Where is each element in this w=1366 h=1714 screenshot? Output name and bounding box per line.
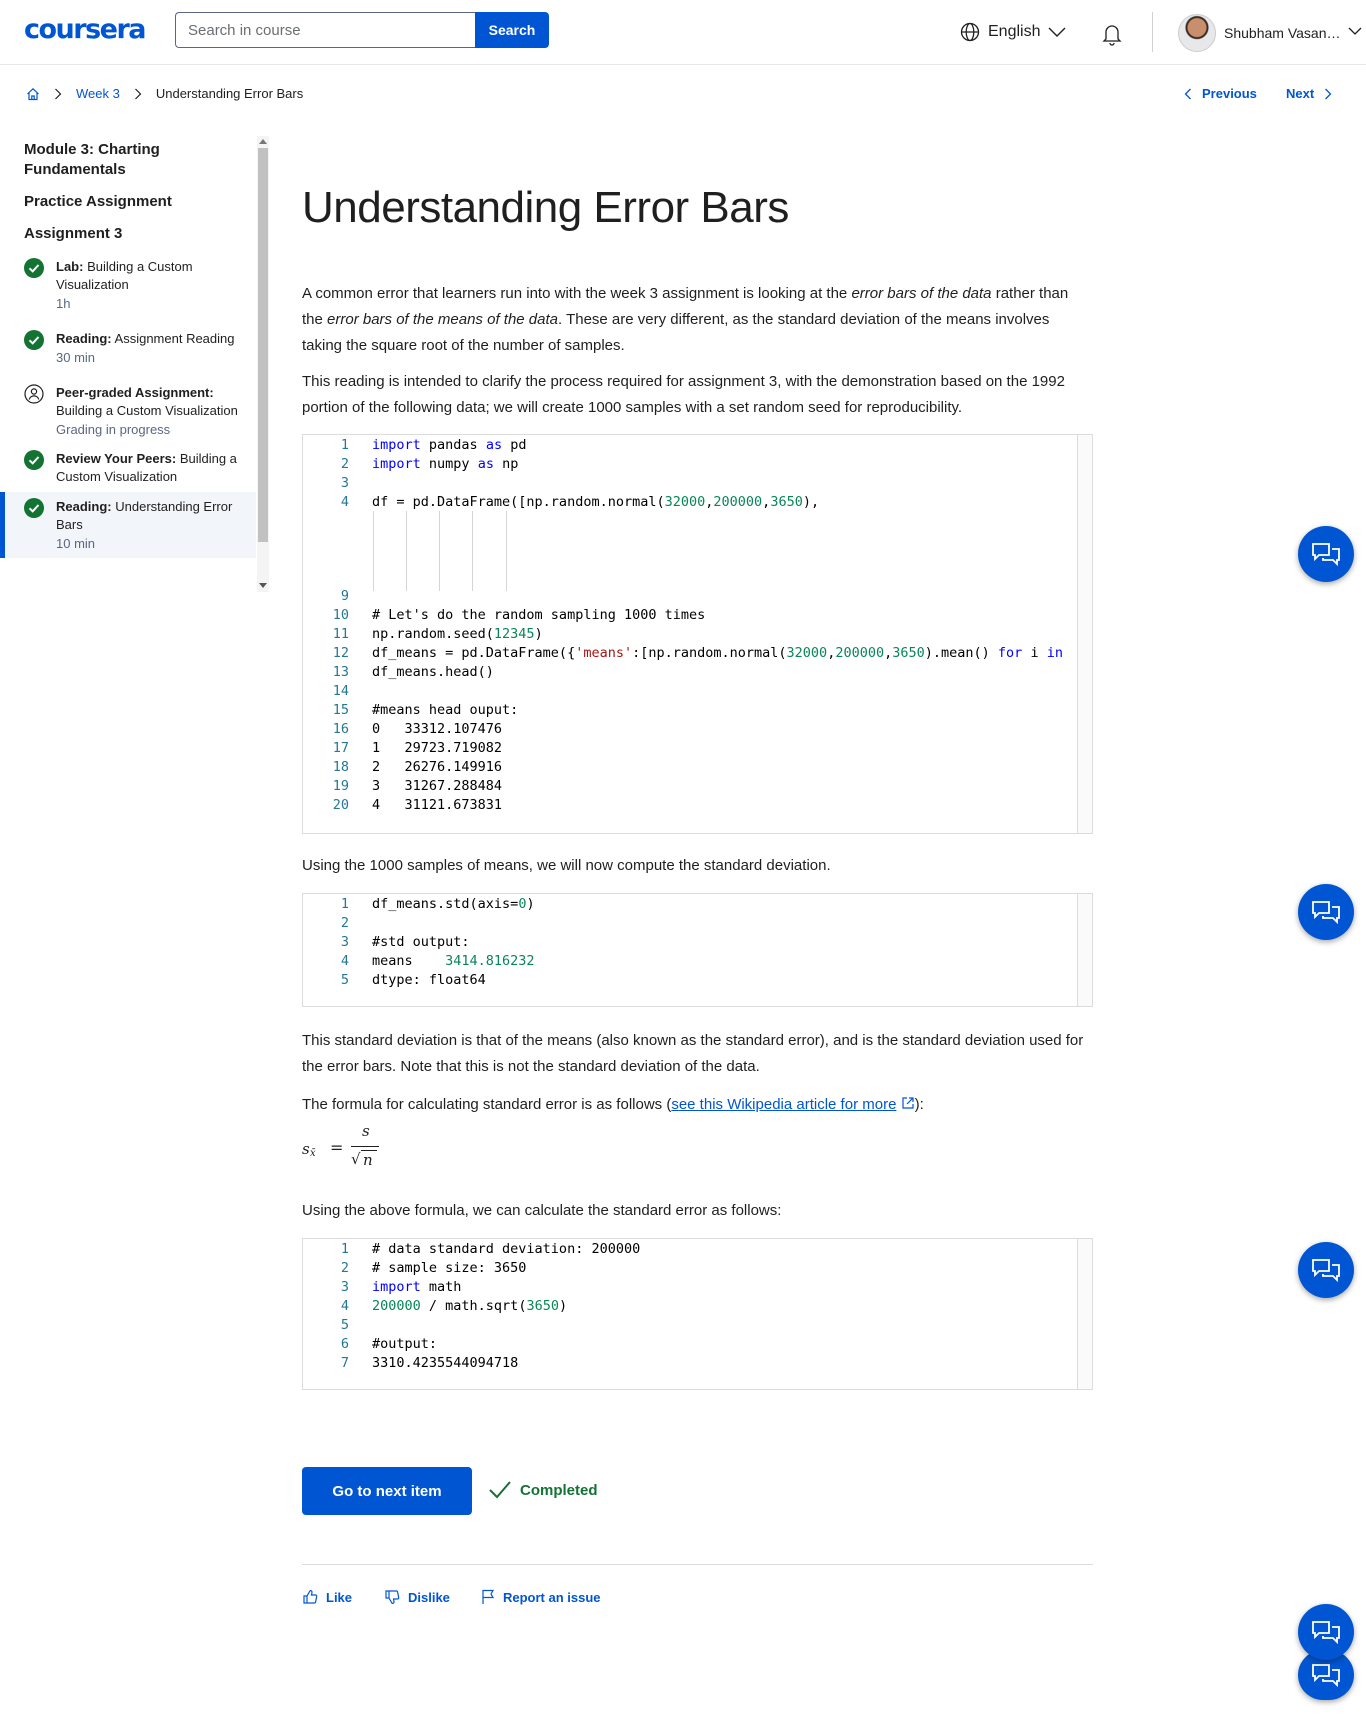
next-label: Next xyxy=(1286,86,1315,101)
sidebar-item-meta: 1h xyxy=(56,296,71,311)
module-title[interactable]: Module 3: Charting Fundamentals xyxy=(24,140,224,180)
indent-guide xyxy=(472,511,473,591)
indent-guide xyxy=(373,511,374,591)
sidebar-item-meta: Grading in progress xyxy=(56,422,171,437)
wikipedia-link[interactable]: see this Wikipedia article for more xyxy=(671,1096,896,1113)
chat-assistant-button[interactable] xyxy=(1298,884,1354,940)
chevron-down-icon[interactable] xyxy=(1348,26,1362,36)
sidebar-item-meta: 30 min xyxy=(56,350,96,365)
sidebar-item-title: Review Your Peers: Building a Custom Vis… xyxy=(56,451,237,484)
search-button[interactable]: Search xyxy=(475,12,549,48)
footer-divider xyxy=(302,1564,1093,1565)
code-block-sampling[interactable]: 1 import pandas as pd 2 import numpy as np… xyxy=(302,434,1093,834)
sidebar-item-lab[interactable]: Lab: Building a Custom Visualization 1h xyxy=(0,258,256,313)
globe-icon xyxy=(960,22,980,42)
chevron-right-icon xyxy=(134,88,142,99)
chevron-down-icon xyxy=(1048,27,1066,37)
breadcrumb-week[interactable]: Week 3 xyxy=(76,86,120,101)
search-input[interactable] xyxy=(175,12,475,48)
sidebar-item-assignment-reading[interactable]: Reading: Assignment Reading 30 min xyxy=(0,330,256,367)
breadcrumb: Week 3 Understanding Error Bars xyxy=(26,86,303,101)
sidebar-item-meta: 10 min xyxy=(56,536,96,551)
chat-icon xyxy=(1312,901,1340,925)
top-bar: coursera Search English Shubham Vasant .… xyxy=(0,0,1366,65)
chevron-left-icon xyxy=(1184,88,1191,99)
check-circle-icon xyxy=(24,330,44,350)
indent-guide xyxy=(406,511,407,591)
paragraph-calculation: Using the above formula, we can calculat… xyxy=(302,1202,782,1219)
paragraph-standard-error: This standard deviation is that of the m… xyxy=(302,1032,1084,1075)
paragraph-purpose: This reading is intended to clarify the … xyxy=(302,373,1065,416)
scroll-down-arrow[interactable] xyxy=(259,583,267,588)
code-block-standard-error[interactable]: 1 # data standard deviation: 200000 2 # sa… xyxy=(302,1238,1093,1390)
indent-guide xyxy=(439,511,440,591)
sidebar-assignment-3[interactable]: Assignment 3 xyxy=(24,225,122,242)
sidebar-scroll-thumb[interactable] xyxy=(258,148,268,542)
check-circle-icon xyxy=(24,498,44,518)
like-button[interactable]: Like xyxy=(302,1589,352,1605)
chat-icon xyxy=(1312,1621,1340,1645)
chat-assistant-button[interactable] xyxy=(1298,1604,1354,1660)
avatar[interactable] xyxy=(1178,14,1216,52)
external-link-icon[interactable] xyxy=(901,1096,915,1110)
check-circle-icon xyxy=(24,450,44,470)
peer-review-icon xyxy=(24,384,44,404)
code-block-std[interactable]: 1 df_means.std(axis=0) 2 3 #std output: 4m… xyxy=(302,893,1093,1007)
header-divider xyxy=(1152,12,1153,52)
code-scrollbar[interactable] xyxy=(1077,1239,1092,1389)
sidebar-item-peer-graded[interactable]: Peer-graded Assignment: Building a Custom… xyxy=(0,384,256,439)
search-bar: Search xyxy=(175,12,549,48)
flag-icon xyxy=(482,1589,495,1604)
go-to-next-item-button[interactable]: Go to next item xyxy=(302,1467,472,1515)
sidebar-item-title: Peer-graded Assignment: Building a Custom… xyxy=(56,385,238,418)
sidebar-item-title: Reading: Assignment Reading xyxy=(56,331,235,346)
code-scrollbar[interactable] xyxy=(1077,435,1092,833)
report-issue-button[interactable]: Report an issue xyxy=(481,1589,601,1605)
thumbs-up-icon xyxy=(303,1590,318,1604)
previous-label: Previous xyxy=(1202,86,1257,101)
sidebar-item-title: Lab: Building a Custom Visualization xyxy=(56,259,193,292)
check-circle-icon xyxy=(24,258,44,278)
checkmark-icon xyxy=(489,1481,511,1499)
sidebar-item-understanding-error-bars[interactable]: Reading: Understanding Error Bars 10 min xyxy=(0,492,256,558)
sidebar-item-title: Reading: Understanding Error Bars xyxy=(56,499,233,532)
paragraph-intro: A common error that learners run into wi… xyxy=(302,285,1069,354)
chat-icon xyxy=(1312,1259,1340,1283)
user-name[interactable]: Shubham Vasant ... xyxy=(1224,25,1342,41)
chat-assistant-button[interactable] xyxy=(1298,526,1354,582)
bell-icon[interactable] xyxy=(1100,22,1124,46)
chat-assistant-button[interactable] xyxy=(1298,1242,1354,1298)
paragraph-formula-intro: The formula for calculating standard err… xyxy=(302,1096,924,1113)
chat-icon xyxy=(1312,1664,1340,1688)
breadcrumb-current: Understanding Error Bars xyxy=(155,86,304,101)
course-sidebar: Module 3: Charting Fundamentals Practice… xyxy=(0,136,256,592)
chat-icon xyxy=(1312,543,1340,567)
chevron-right-icon xyxy=(1325,88,1332,99)
dislike-button[interactable]: Dislike xyxy=(384,1589,450,1605)
indent-guide xyxy=(506,511,507,591)
paragraph-std: Using the 1000 samples of means, we will… xyxy=(302,857,831,874)
code-scrollbar[interactable] xyxy=(1077,894,1092,1006)
home-icon[interactable] xyxy=(26,87,40,101)
next-button[interactable]: Next xyxy=(1286,86,1332,101)
completed-label: Completed xyxy=(520,1481,598,1499)
thumbs-down-icon xyxy=(385,1590,400,1604)
language-label: English xyxy=(988,23,1041,40)
language-selector[interactable]: English xyxy=(960,22,1066,42)
coursera-logo[interactable]: coursera xyxy=(24,14,147,45)
page-title: Understanding Error Bars xyxy=(302,183,789,232)
scroll-up-arrow[interactable] xyxy=(259,139,267,144)
previous-button[interactable]: Previous xyxy=(1184,86,1257,101)
chevron-right-icon xyxy=(55,88,62,99)
sidebar-practice-assignment[interactable]: Practice Assignment xyxy=(24,193,172,210)
sidebar-item-review-peers[interactable]: Review Your Peers: Building a Custom Vis… xyxy=(0,450,256,486)
completed-status: Completed xyxy=(488,1480,598,1500)
